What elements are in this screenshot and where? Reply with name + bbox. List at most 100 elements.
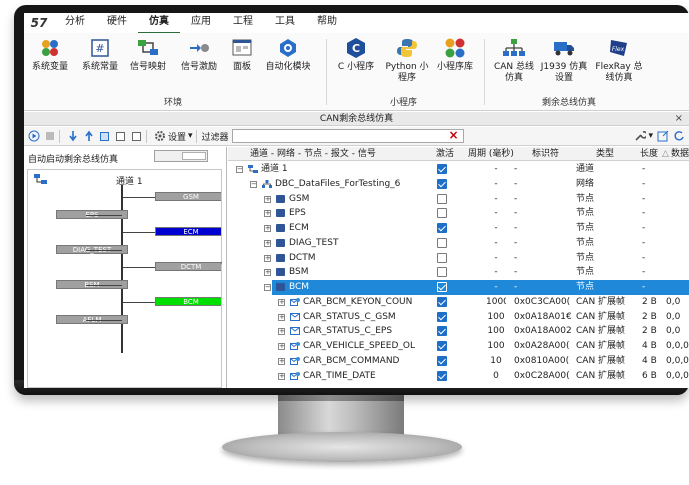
c-applet-button[interactable]: C C 小程序 <box>334 37 378 73</box>
active-checkbox[interactable] <box>437 193 447 204</box>
panel-button[interactable]: 面板 <box>226 37 258 73</box>
table-row[interactable]: − BCM - - 节点 - <box>264 280 689 295</box>
expander-icon[interactable]: + <box>278 372 285 380</box>
system-constants-button[interactable]: # 系统常量 <box>80 37 120 73</box>
active-checkbox[interactable] <box>437 370 447 381</box>
chevron-down-icon[interactable]: ▾ <box>188 131 193 141</box>
gear-icon[interactable] <box>153 130 166 143</box>
active-checkbox[interactable] <box>437 267 447 278</box>
toggle-knob[interactable] <box>182 152 206 160</box>
chevron-down-icon[interactable]: ▾ <box>648 131 653 141</box>
active-checkbox[interactable] <box>437 296 447 307</box>
menu-item[interactable]: 工具 <box>264 13 306 34</box>
signal-mapping-button[interactable]: 信号映射 <box>128 37 168 73</box>
expander-icon[interactable]: + <box>278 298 285 306</box>
active-checkbox[interactable] <box>437 237 447 248</box>
data-cell: 0,0 <box>666 326 681 337</box>
stop-icon[interactable] <box>43 130 56 143</box>
table-row[interactable]: − DBC_DataFiles_ForTesting_6 - - 网络 - <box>228 177 689 192</box>
menu-item[interactable]: 硬件 <box>96 13 138 34</box>
wrench-icon[interactable] <box>633 130 646 143</box>
table-row[interactable]: + GSM - - 节点 - <box>228 192 689 207</box>
deselect-icon[interactable] <box>130 130 143 143</box>
header-length[interactable]: 长度 <box>640 147 658 161</box>
applet-library-button[interactable]: 小程序库 <box>432 37 478 73</box>
python-applet-button[interactable]: Python 小程序 <box>384 37 430 84</box>
table-row[interactable]: + DCTM - - 节点 - <box>228 251 689 266</box>
expander-icon[interactable]: − <box>264 284 271 291</box>
refresh-icon[interactable] <box>672 130 685 143</box>
table-row[interactable]: + DIAG_TEST - - 节点 - <box>228 236 689 251</box>
table-row[interactable]: + CAR_STATUS_C_GSM 100 0x0A18A01€ CAN 扩展帧 2 B… <box>228 310 689 325</box>
menu-item[interactable]: 分析 <box>54 13 96 34</box>
system-variables-button[interactable]: 系统变量 <box>30 37 70 73</box>
table-row[interactable]: + CAR_STATUS_C_EPS 100 0x0A18A002 CAN 扩展帧 2 B… <box>228 324 689 339</box>
signal-stimulus-button[interactable]: 信号激励 <box>176 37 222 73</box>
play-icon[interactable] <box>27 130 40 143</box>
active-checkbox[interactable] <box>437 252 447 263</box>
table-row[interactable]: − 通道 1 - - 通道 - <box>228 162 689 177</box>
table-row[interactable]: + CAR_VEHICLE_SPEED_OL 100 0x0A28A00(CAN 扩展… <box>228 339 689 354</box>
expander-icon[interactable]: + <box>264 269 271 277</box>
expander-icon[interactable]: + <box>264 225 271 232</box>
header-identifier[interactable]: 标识符 <box>532 147 559 161</box>
clear-filter-icon[interactable]: × <box>449 128 459 142</box>
expander-icon[interactable]: − <box>236 166 243 173</box>
table-row[interactable]: + ECM - - 节点 - <box>228 221 689 236</box>
truck-icon <box>553 37 575 59</box>
close-icon[interactable]: × <box>675 112 683 126</box>
autostart-toggle[interactable] <box>154 150 208 162</box>
header-data[interactable]: 数据 <box>671 147 689 161</box>
automation-module-button[interactable]: 自动化模块 <box>260 37 316 73</box>
identifier-cell: - <box>514 282 518 292</box>
select-all-icon[interactable] <box>98 130 111 143</box>
diagram-node[interactable]: BCM <box>155 297 221 306</box>
table-row[interactable]: + CAR_BCM_COMMAND 10 0x0810A00(CAN 扩展帧 4 B 0,… <box>228 354 689 369</box>
active-checkbox[interactable] <box>437 326 447 337</box>
header-period[interactable]: 周期 (毫秒) <box>468 147 514 161</box>
filter-input[interactable]: × <box>231 128 464 143</box>
expander-icon[interactable]: + <box>264 195 271 203</box>
table-row[interactable]: + CAR_BCM_KEYON_COUN 1000 0x0C3CA00(CAN 扩展帧… <box>228 295 689 310</box>
expander-icon[interactable]: + <box>278 343 285 350</box>
flexray-simulation-button[interactable]: Flex FlexRay 总线仿真 <box>592 37 646 84</box>
move-down-icon[interactable] <box>66 130 79 143</box>
table-row[interactable]: + CAR_TIME_DATE 0 0x0C28A00(CAN 扩展帧 6 B 0,0,0… <box>228 369 689 384</box>
expander-icon[interactable]: + <box>264 210 271 218</box>
active-checkbox[interactable] <box>437 178 447 189</box>
table-row[interactable]: + BSM - - 节点 - <box>228 265 689 280</box>
active-checkbox[interactable] <box>437 282 447 292</box>
menu-item[interactable]: 应用 <box>180 13 222 34</box>
header-active[interactable]: 激活 <box>436 147 454 161</box>
can-bus-simulation-button[interactable]: CAN 总线仿真 <box>492 37 536 84</box>
j1939-simulation-button[interactable]: J1939 仿真设置 <box>540 37 588 84</box>
diagram-node[interactable]: ECM <box>155 227 221 236</box>
expander-icon[interactable]: + <box>278 328 285 336</box>
header-type[interactable]: 类型 <box>596 147 614 161</box>
expander-icon[interactable]: + <box>264 254 271 262</box>
invert-select-icon[interactable] <box>114 130 127 143</box>
diagram-node[interactable]: DCTM <box>155 262 221 271</box>
active-checkbox[interactable] <box>437 164 447 174</box>
python-icon <box>396 37 418 59</box>
splitter-handle[interactable]: ‹ <box>220 259 223 267</box>
grid-header: 通道 - 网络 - 节点 - 报文 - 信号 激活 周期 (毫秒) 标识符 类型… <box>228 147 689 161</box>
export-icon[interactable] <box>656 130 669 143</box>
menu-item[interactable]: 仿真 <box>138 13 180 34</box>
expander-icon[interactable]: + <box>264 239 271 247</box>
expander-icon[interactable]: − <box>250 180 257 188</box>
move-up-icon[interactable] <box>82 130 95 143</box>
active-checkbox[interactable] <box>437 355 447 366</box>
menu-item[interactable]: 工程 <box>222 13 264 34</box>
active-checkbox[interactable] <box>437 223 447 233</box>
active-checkbox[interactable] <box>437 341 447 351</box>
menu-item[interactable]: 帮助 <box>306 13 348 34</box>
settings-dropdown[interactable]: 设置 <box>168 130 186 143</box>
header-path[interactable]: 通道 - 网络 - 节点 - 报文 - 信号 <box>250 147 376 161</box>
active-checkbox[interactable] <box>437 208 447 219</box>
expander-icon[interactable]: + <box>278 313 285 321</box>
active-checkbox[interactable] <box>437 311 447 322</box>
table-row[interactable]: + EPS - - 节点 - <box>228 206 689 221</box>
expander-icon[interactable]: + <box>278 357 285 365</box>
diagram-node[interactable]: GSM <box>155 192 221 201</box>
